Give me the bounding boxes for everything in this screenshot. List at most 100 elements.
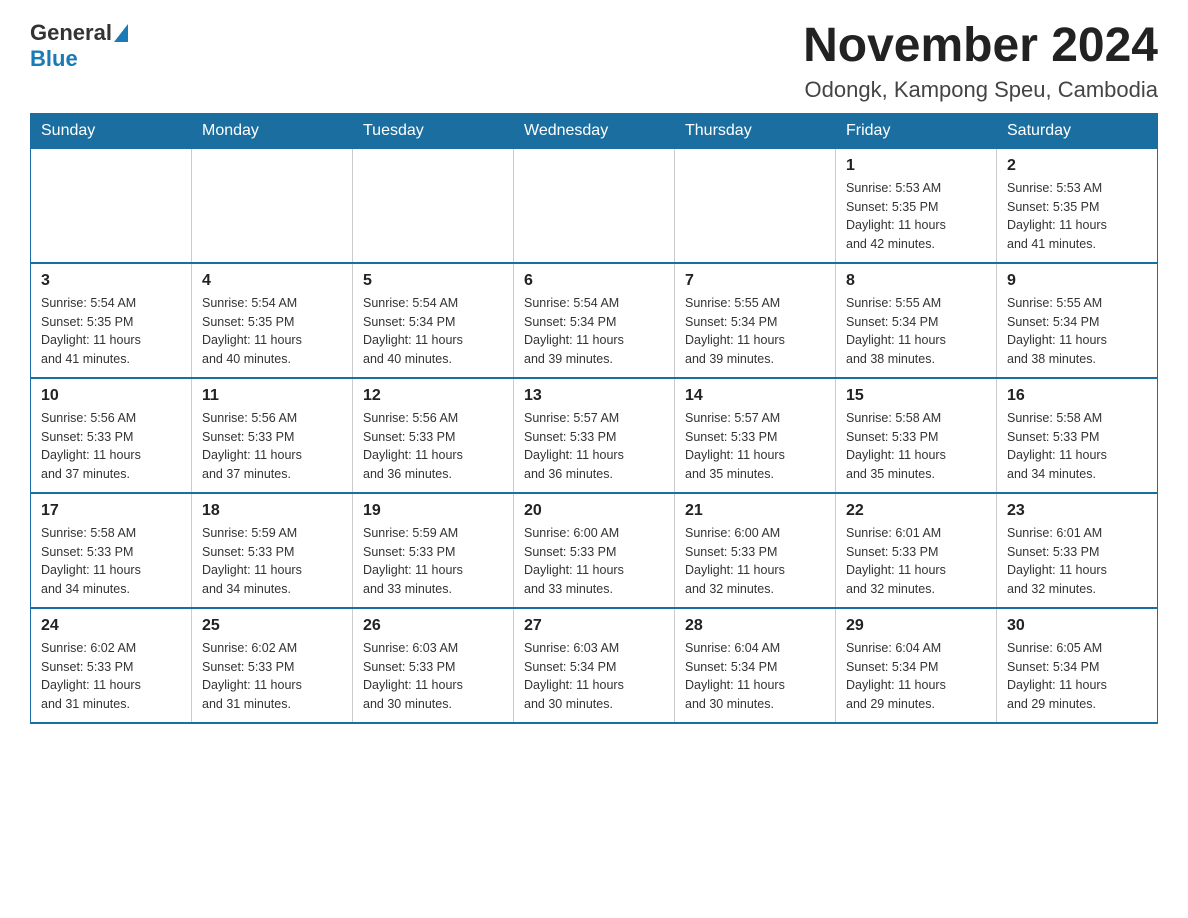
calendar-cell: 9 Sunrise: 5:55 AMSunset: 5:34 PMDaylight…	[997, 263, 1158, 378]
day-number: 19	[363, 502, 503, 520]
day-number: 25	[202, 617, 342, 635]
logo-arrow-icon	[114, 24, 128, 42]
weekday-header-sunday: Sunday	[31, 113, 192, 148]
calendar-cell	[31, 148, 192, 263]
calendar-subtitle: Odongk, Kampong Speu, Cambodia	[803, 77, 1158, 103]
day-info: Sunrise: 5:53 AMSunset: 5:35 PMDaylight:…	[1007, 179, 1147, 254]
calendar-cell	[514, 148, 675, 263]
day-info: Sunrise: 6:01 AMSunset: 5:33 PMDaylight:…	[846, 524, 986, 599]
day-info: Sunrise: 5:55 AMSunset: 5:34 PMDaylight:…	[846, 294, 986, 369]
day-info: Sunrise: 5:58 AMSunset: 5:33 PMDaylight:…	[846, 409, 986, 484]
calendar-title: November 2024	[803, 20, 1158, 73]
day-number: 20	[524, 502, 664, 520]
title-block: November 2024 Odongk, Kampong Speu, Camb…	[803, 20, 1158, 103]
day-info: Sunrise: 5:53 AMSunset: 5:35 PMDaylight:…	[846, 179, 986, 254]
weekday-header-monday: Monday	[192, 113, 353, 148]
day-number: 27	[524, 617, 664, 635]
day-info: Sunrise: 5:55 AMSunset: 5:34 PMDaylight:…	[1007, 294, 1147, 369]
weekday-header-thursday: Thursday	[675, 113, 836, 148]
calendar-cell: 20Sunrise: 6:00 AMSunset: 5:33 PMDayligh…	[514, 493, 675, 608]
day-info: Sunrise: 5:57 AMSunset: 5:33 PMDaylight:…	[524, 409, 664, 484]
weekday-header-tuesday: Tuesday	[353, 113, 514, 148]
logo: General Blue	[30, 20, 128, 72]
calendar-cell	[675, 148, 836, 263]
day-number: 12	[363, 387, 503, 405]
calendar-cell: 3 Sunrise: 5:54 AMSunset: 5:35 PMDaylight…	[31, 263, 192, 378]
day-number: 16	[1007, 387, 1147, 405]
calendar-cell: 5 Sunrise: 5:54 AMSunset: 5:34 PMDaylight…	[353, 263, 514, 378]
calendar-cell: 16 Sunrise: 5:58 AMSunset: 5:33 PMDayligh…	[997, 378, 1158, 493]
logo-blue-text: Blue	[30, 46, 78, 72]
day-number: 3	[41, 272, 181, 290]
weekday-header-wednesday: Wednesday	[514, 113, 675, 148]
calendar-cell: 18 Sunrise: 5:59 AMSunset: 5:33 PMDayligh…	[192, 493, 353, 608]
day-number: 5	[363, 272, 503, 290]
day-info: Sunrise: 5:54 AMSunset: 5:34 PMDaylight:…	[363, 294, 503, 369]
day-info: Sunrise: 5:54 AMSunset: 5:35 PMDaylight:…	[41, 294, 181, 369]
day-info: Sunrise: 6:05 AMSunset: 5:34 PMDaylight:…	[1007, 639, 1147, 714]
calendar-cell: 10 Sunrise: 5:56 AMSunset: 5:33 PMDayligh…	[31, 378, 192, 493]
weekday-header-row: SundayMondayTuesdayWednesdayThursdayFrid…	[31, 113, 1158, 148]
day-info: Sunrise: 6:02 AMSunset: 5:33 PMDaylight:…	[41, 639, 181, 714]
calendar-cell: 24 Sunrise: 6:02 AMSunset: 5:33 PMDayligh…	[31, 608, 192, 723]
day-info: Sunrise: 5:57 AMSunset: 5:33 PMDaylight:…	[685, 409, 825, 484]
day-number: 24	[41, 617, 181, 635]
calendar-cell: 1 Sunrise: 5:53 AMSunset: 5:35 PMDaylight…	[836, 148, 997, 263]
logo-general-text: General	[30, 20, 112, 46]
calendar-cell: 23 Sunrise: 6:01 AMSunset: 5:33 PMDayligh…	[997, 493, 1158, 608]
day-number: 29	[846, 617, 986, 635]
calendar-cell: 15 Sunrise: 5:58 AMSunset: 5:33 PMDayligh…	[836, 378, 997, 493]
day-number: 14	[685, 387, 825, 405]
calendar-week-row: 24 Sunrise: 6:02 AMSunset: 5:33 PMDayligh…	[31, 608, 1158, 723]
day-number: 8	[846, 272, 986, 290]
calendar-week-row: 3 Sunrise: 5:54 AMSunset: 5:35 PMDaylight…	[31, 263, 1158, 378]
calendar-cell: 7Sunrise: 5:55 AMSunset: 5:34 PMDaylight…	[675, 263, 836, 378]
day-number: 13	[524, 387, 664, 405]
calendar-table: SundayMondayTuesdayWednesdayThursdayFrid…	[30, 113, 1158, 724]
day-info: Sunrise: 5:55 AMSunset: 5:34 PMDaylight:…	[685, 294, 825, 369]
day-number: 9	[1007, 272, 1147, 290]
calendar-cell	[192, 148, 353, 263]
day-info: Sunrise: 6:04 AMSunset: 5:34 PMDaylight:…	[846, 639, 986, 714]
calendar-cell	[353, 148, 514, 263]
calendar-cell: 22 Sunrise: 6:01 AMSunset: 5:33 PMDayligh…	[836, 493, 997, 608]
day-number: 4	[202, 272, 342, 290]
day-number: 2	[1007, 157, 1147, 175]
day-number: 11	[202, 387, 342, 405]
day-info: Sunrise: 6:04 AMSunset: 5:34 PMDaylight:…	[685, 639, 825, 714]
day-info: Sunrise: 5:56 AMSunset: 5:33 PMDaylight:…	[363, 409, 503, 484]
day-info: Sunrise: 5:56 AMSunset: 5:33 PMDaylight:…	[41, 409, 181, 484]
day-info: Sunrise: 6:03 AMSunset: 5:33 PMDaylight:…	[363, 639, 503, 714]
calendar-cell: 26Sunrise: 6:03 AMSunset: 5:33 PMDayligh…	[353, 608, 514, 723]
day-number: 15	[846, 387, 986, 405]
calendar-cell: 30 Sunrise: 6:05 AMSunset: 5:34 PMDayligh…	[997, 608, 1158, 723]
calendar-cell: 28 Sunrise: 6:04 AMSunset: 5:34 PMDayligh…	[675, 608, 836, 723]
calendar-cell: 29 Sunrise: 6:04 AMSunset: 5:34 PMDayligh…	[836, 608, 997, 723]
calendar-cell: 19Sunrise: 5:59 AMSunset: 5:33 PMDayligh…	[353, 493, 514, 608]
day-number: 23	[1007, 502, 1147, 520]
day-number: 30	[1007, 617, 1147, 635]
page-header: General Blue November 2024 Odongk, Kampo…	[30, 20, 1158, 103]
calendar-cell: 17Sunrise: 5:58 AMSunset: 5:33 PMDayligh…	[31, 493, 192, 608]
weekday-header-saturday: Saturday	[997, 113, 1158, 148]
calendar-cell: 4Sunrise: 5:54 AMSunset: 5:35 PMDaylight…	[192, 263, 353, 378]
day-info: Sunrise: 6:02 AMSunset: 5:33 PMDaylight:…	[202, 639, 342, 714]
day-info: Sunrise: 6:03 AMSunset: 5:34 PMDaylight:…	[524, 639, 664, 714]
day-info: Sunrise: 5:54 AMSunset: 5:34 PMDaylight:…	[524, 294, 664, 369]
calendar-cell: 8 Sunrise: 5:55 AMSunset: 5:34 PMDaylight…	[836, 263, 997, 378]
day-number: 22	[846, 502, 986, 520]
calendar-cell: 27 Sunrise: 6:03 AMSunset: 5:34 PMDayligh…	[514, 608, 675, 723]
day-number: 17	[41, 502, 181, 520]
day-number: 28	[685, 617, 825, 635]
day-info: Sunrise: 6:01 AMSunset: 5:33 PMDaylight:…	[1007, 524, 1147, 599]
weekday-header-friday: Friday	[836, 113, 997, 148]
day-number: 1	[846, 157, 986, 175]
day-number: 18	[202, 502, 342, 520]
calendar-cell: 2 Sunrise: 5:53 AMSunset: 5:35 PMDaylight…	[997, 148, 1158, 263]
day-info: Sunrise: 5:58 AMSunset: 5:33 PMDaylight:…	[1007, 409, 1147, 484]
calendar-cell: 12 Sunrise: 5:56 AMSunset: 5:33 PMDayligh…	[353, 378, 514, 493]
day-number: 10	[41, 387, 181, 405]
calendar-cell: 6Sunrise: 5:54 AMSunset: 5:34 PMDaylight…	[514, 263, 675, 378]
day-info: Sunrise: 5:59 AMSunset: 5:33 PMDaylight:…	[202, 524, 342, 599]
day-info: Sunrise: 6:00 AMSunset: 5:33 PMDaylight:…	[685, 524, 825, 599]
